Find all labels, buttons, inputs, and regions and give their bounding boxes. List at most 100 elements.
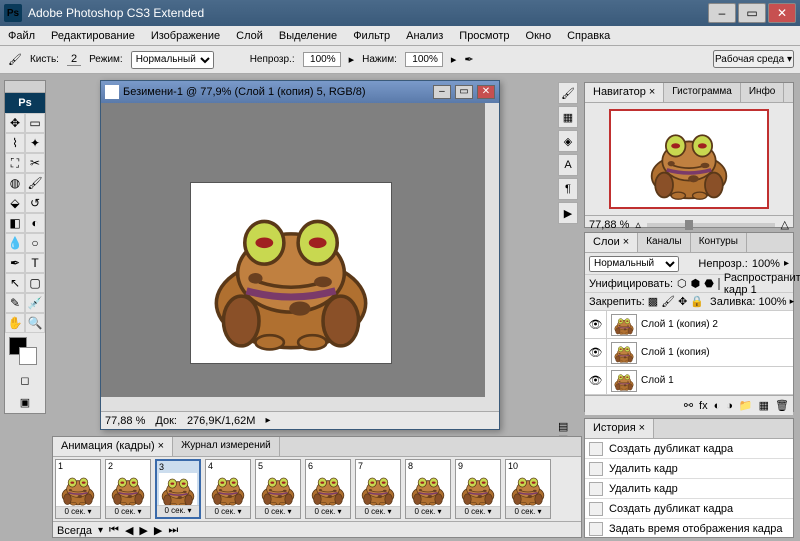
history-brush-tool[interactable]: ↺	[25, 193, 45, 213]
fx-icon[interactable]: fx	[699, 400, 708, 412]
crop-tool[interactable]: ⛶	[5, 153, 25, 173]
unify-icon3[interactable]: ⬣	[704, 277, 714, 290]
tab-navigator[interactable]: Навигатор×	[585, 83, 664, 102]
new-layer-icon[interactable]: ▦	[759, 399, 769, 412]
first-frame-button[interactable]: ⏮	[109, 524, 119, 537]
animation-frame[interactable]: 90 сек. ▾	[455, 459, 501, 519]
layer-name[interactable]: Слой 1	[641, 375, 793, 386]
minimize-button[interactable]: –	[708, 3, 736, 23]
visibility-icon[interactable]: 👁	[585, 311, 607, 338]
animation-frame[interactable]: 80 сек. ▾	[405, 459, 451, 519]
brush-size[interactable]: 2	[67, 53, 81, 66]
airbrush-icon[interactable]: ✒	[464, 53, 473, 66]
canvas[interactable]	[191, 183, 391, 363]
gradient-tool[interactable]: ◐	[25, 213, 45, 233]
eraser-tool[interactable]: ◧	[5, 213, 25, 233]
dodge-tool[interactable]: ○	[25, 233, 45, 253]
animation-frame[interactable]: 100 сек. ▾	[505, 459, 551, 519]
tab-layers[interactable]: Слои×	[585, 233, 638, 252]
hand-tool[interactable]: ✋	[5, 313, 25, 333]
menu-image[interactable]: Изображение	[143, 28, 228, 44]
zoom-slider[interactable]	[647, 223, 775, 227]
trash-icon[interactable]: 🗑	[775, 399, 789, 412]
lock-move-icon[interactable]: ✥	[678, 295, 687, 308]
mask-icon[interactable]: ◐	[714, 400, 721, 412]
animation-frame[interactable]: 50 сек. ▾	[255, 459, 301, 519]
history-row[interactable]: Удалить кадр	[585, 479, 793, 499]
animation-frame[interactable]: 20 сек. ▾	[105, 459, 151, 519]
opacity-value[interactable]: 100%	[303, 52, 341, 67]
dock-brushes-icon[interactable]: 🖌	[558, 82, 578, 104]
workspace-button[interactable]: Рабочая среда ▾	[713, 50, 794, 68]
animation-frame[interactable]: 70 сек. ▾	[355, 459, 401, 519]
stamp-tool[interactable]: ⬙	[5, 193, 25, 213]
play-button[interactable]: ▶	[139, 524, 147, 537]
navigator-thumbnail[interactable]	[609, 109, 769, 209]
layer-name[interactable]: Слой 1 (копия)	[641, 347, 793, 358]
tab-histogram[interactable]: Гистограмма	[664, 83, 741, 102]
tab-history[interactable]: История×	[585, 419, 654, 438]
unify-icon2[interactable]: ⬢	[691, 277, 701, 290]
zoom-tool[interactable]: 🔍	[25, 313, 45, 333]
frame-delay[interactable]: 0 сек. ▾	[206, 506, 250, 518]
visibility-icon[interactable]: 👁	[585, 339, 607, 366]
layer-thumbnail[interactable]	[611, 370, 637, 392]
layer-thumbnail[interactable]	[611, 342, 637, 364]
dock-styles-icon[interactable]: ◈	[558, 130, 578, 152]
zoom-value[interactable]: 77,88 %	[105, 415, 145, 427]
frame-delay[interactable]: 0 сек. ▾	[506, 506, 550, 518]
link-icon[interactable]: ⚯	[684, 399, 693, 412]
last-frame-button[interactable]: ⏭	[168, 524, 178, 537]
doc-minimize-button[interactable]: –	[433, 85, 451, 99]
animation-frame[interactable]: 10 сек. ▾	[55, 459, 101, 519]
doc-close-button[interactable]: ✕	[477, 85, 495, 99]
layer-row[interactable]: 👁Слой 1	[585, 367, 793, 395]
animation-frame[interactable]: 30 сек. ▾	[155, 459, 201, 519]
menu-file[interactable]: Файл	[0, 28, 43, 44]
blend-mode-select[interactable]: Нормальный	[589, 256, 679, 272]
document-titlebar[interactable]: Безимени-1 @ 77,9% (Слой 1 (копия) 5, RG…	[101, 81, 499, 103]
path-tool[interactable]: ↖	[5, 273, 25, 293]
layer-name[interactable]: Слой 1 (копия) 2	[641, 319, 793, 330]
wand-tool[interactable]: ✦	[25, 133, 45, 153]
menu-analysis[interactable]: Анализ	[398, 28, 451, 44]
menu-select[interactable]: Выделение	[271, 28, 345, 44]
dock-para-icon[interactable]: ¶	[558, 178, 578, 200]
quickmask-button[interactable]: ◻	[5, 369, 45, 391]
loop-select[interactable]: Всегда	[57, 525, 92, 537]
layer-thumbnail[interactable]	[611, 314, 637, 336]
slice-tool[interactable]: ✂	[25, 153, 45, 173]
lock-paint-icon[interactable]: 🖌	[661, 295, 675, 308]
history-row[interactable]: Задать время отображения кадра	[585, 519, 793, 537]
nav-zoom-value[interactable]: 77,88 %	[589, 219, 629, 231]
frame-delay[interactable]: 0 сек. ▾	[157, 505, 199, 517]
menu-view[interactable]: Просмотр	[451, 28, 517, 44]
lock-all-icon[interactable]: 🔒	[690, 295, 704, 308]
animation-frame[interactable]: 60 сек. ▾	[305, 459, 351, 519]
dock-char-icon[interactable]: A	[558, 154, 578, 176]
propagate-checkbox[interactable]	[718, 278, 720, 290]
close-button[interactable]: ✕	[768, 3, 796, 23]
zoom-out-icon[interactable]: ▵	[635, 218, 641, 231]
dock-swatches-icon[interactable]: ▦	[558, 106, 578, 128]
maximize-button[interactable]: ▭	[738, 3, 766, 23]
lasso-tool[interactable]: ⌇	[5, 133, 25, 153]
shape-tool[interactable]: ▢	[25, 273, 45, 293]
menu-layer[interactable]: Слой	[228, 28, 271, 44]
tab-paths[interactable]: Контуры	[691, 233, 747, 252]
menu-window[interactable]: Окно	[518, 28, 560, 44]
tab-animation[interactable]: Анимация (кадры)×	[53, 437, 173, 456]
history-row[interactable]: Удалить кадр	[585, 459, 793, 479]
marquee-tool[interactable]: ▭	[25, 113, 45, 133]
move-tool[interactable]: ✥	[5, 113, 25, 133]
next-frame-button[interactable]: ▶	[154, 524, 162, 537]
prev-frame-button[interactable]: ◀	[125, 524, 133, 537]
dock-actions-icon[interactable]: ▶	[558, 202, 578, 224]
tab-measure[interactable]: Журнал измерений	[173, 437, 280, 456]
heal-tool[interactable]: ◍	[5, 173, 25, 193]
history-row[interactable]: Создать дубликат кадра	[585, 499, 793, 519]
frame-delay[interactable]: 0 сек. ▾	[256, 506, 300, 518]
eyedropper-tool[interactable]: 💉	[25, 293, 45, 313]
history-row[interactable]: Создать дубликат кадра	[585, 439, 793, 459]
pen-tool[interactable]: ✒	[5, 253, 25, 273]
